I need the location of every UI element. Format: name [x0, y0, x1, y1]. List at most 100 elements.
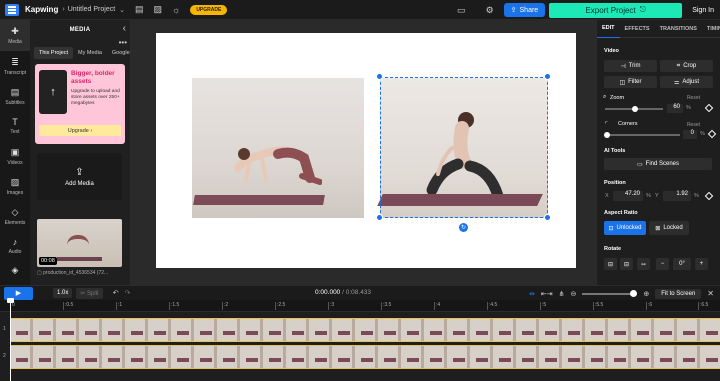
adjust-button[interactable]: ⚌ Adjust — [660, 76, 713, 88]
magnet-icon[interactable]: ⋔ — [559, 290, 565, 298]
corners-keyframe-icon[interactable] — [707, 129, 717, 139]
export-label: Export Project — [585, 5, 636, 15]
playback-speed-select[interactable]: 1.0x — [53, 288, 73, 298]
rotate-left-button[interactable]: ⊟ — [604, 258, 617, 270]
tab-my-media[interactable]: My Media — [73, 47, 107, 59]
video-track-2[interactable] — [10, 345, 720, 369]
zoom-slider-knob[interactable] — [630, 289, 638, 297]
clip-filename: ▢ production_id_4536534 (72... — [37, 270, 108, 276]
left-navigation: ✚ Media ≣ Transcript ▤ Subtitles T Text … — [0, 20, 30, 285]
redo-icon[interactable]: ↷ — [125, 289, 131, 297]
video-stage[interactable]: ↻ — [156, 33, 576, 268]
nav-subtitles[interactable]: ▤ Subtitles — [0, 81, 30, 111]
promo-upgrade-button[interactable]: Upgrade › — [39, 125, 121, 136]
crop-button[interactable]: ⌗ Crop — [660, 60, 713, 72]
position-x-input[interactable]: 47.20 — [613, 191, 643, 201]
kapwing-logo-icon[interactable] — [5, 3, 19, 16]
project-title[interactable]: Untitled Project — [68, 6, 115, 13]
skip-icon[interactable]: ⇤⇥ — [541, 290, 553, 298]
yoga-photo-left[interactable] — [192, 78, 364, 218]
nav-text[interactable]: T Text — [0, 111, 30, 141]
unlocked-button[interactable]: ⊡ Unlocked — [604, 221, 646, 235]
tab-timing[interactable]: TIMING — [702, 20, 720, 38]
resize-handle-bottom-right[interactable] — [544, 214, 551, 221]
undo-icon[interactable]: ↶ — [113, 289, 119, 297]
nav-media[interactable]: ✚ Media — [0, 20, 30, 51]
rotate-right-button[interactable]: ⊟ — [620, 258, 633, 270]
resize-handle-top-right[interactable] — [544, 73, 551, 80]
collapse-panel-icon[interactable]: ‹ — [123, 23, 126, 34]
resize-handle-top-left[interactable] — [376, 73, 383, 80]
corners-reset-link[interactable]: Reset — [687, 122, 700, 128]
timeline-ruler[interactable]: 0 :0.5 :1 :1.5 :2 :2.5 :3 :3.5 :4 :4.5 :… — [0, 300, 720, 312]
corners-icon: ⌜ — [605, 122, 608, 128]
rotate-degree-input[interactable]: 0° — [673, 258, 691, 270]
tab-this-project[interactable]: This Project — [34, 47, 74, 59]
corners-label: Corners — [618, 121, 638, 127]
corners-percent: % — [700, 131, 705, 137]
tab-transitions[interactable]: TRANSITIONS — [655, 20, 702, 38]
add-media-button[interactable]: ⇪ Add Media — [37, 153, 122, 200]
upgrade-button[interactable]: UPGRADE — [190, 4, 228, 15]
image-icon[interactable]: ▨ — [154, 4, 163, 15]
track-number: 2 — [3, 353, 6, 359]
kneeling-figure — [234, 146, 322, 185]
nav-elements[interactable]: ◇ Elements — [0, 201, 30, 231]
share-button[interactable]: ⇪ Share — [503, 3, 546, 17]
playhead[interactable] — [7, 298, 14, 381]
subtitles-icon[interactable]: ▤ — [135, 4, 144, 15]
project-menu-chevron-icon[interactable]: ⌄ — [119, 6, 125, 14]
videos-icon: ▣ — [10, 146, 20, 157]
export-project-button[interactable]: Export Project ⎋ — [549, 2, 683, 18]
close-timeline-icon[interactable]: ✕ — [707, 289, 714, 298]
nav-label: Transcript — [3, 69, 27, 76]
position-keyframe-icon[interactable] — [704, 191, 714, 201]
media-clip-thumbnail[interactable]: 00:08 — [37, 219, 122, 267]
monitor-icon[interactable]: ▭ — [457, 5, 466, 16]
split-button[interactable]: ✂ Split — [76, 287, 103, 299]
corners-value[interactable]: 0 — [683, 130, 697, 139]
current-time: 0:00.000 — [315, 289, 341, 296]
sign-in-link[interactable]: Sign In — [692, 7, 714, 14]
nav-videos[interactable]: ▣ Videos — [0, 141, 30, 171]
fit-to-screen-button[interactable]: Fit to Screen — [655, 288, 702, 299]
nav-transcript[interactable]: ≣ Transcript — [0, 51, 30, 81]
video-track-1[interactable] — [10, 318, 720, 342]
upgrade-promo-card: ↑ Bigger, bolder assets Upgrade to uploa… — [35, 64, 125, 144]
media-panel-title: MEDIA — [69, 27, 91, 33]
corners-slider-knob[interactable] — [604, 132, 610, 138]
zoom-reset-link[interactable]: Reset — [687, 95, 700, 101]
brand-name[interactable]: Kapwing — [25, 5, 58, 14]
bulb-icon[interactable]: ☼ — [172, 5, 180, 15]
split-view-icon[interactable]: ⇹ — [529, 290, 535, 298]
resize-handle-bottom-left[interactable] — [376, 214, 383, 221]
filter-button[interactable]: ◫ Filter — [604, 76, 657, 88]
zoom-keyframe-icon[interactable] — [704, 103, 714, 113]
trim-button[interactable]: ⊣ Trim — [604, 60, 657, 72]
settings-gear-icon[interactable]: ⚙ — [486, 5, 494, 16]
zoom-value[interactable]: 60 — [667, 104, 683, 113]
timeline-zoom-slider[interactable] — [582, 289, 638, 297]
zoom-slider-knob[interactable] — [632, 106, 638, 112]
zoom-in-icon[interactable]: ⊕ — [643, 290, 649, 298]
tab-effects[interactable]: EFFECTS — [620, 20, 655, 38]
rotate-decrease-button[interactable]: − — [656, 258, 669, 270]
left-yoga-mat — [193, 195, 325, 205]
more-options-icon[interactable]: ••• — [119, 38, 127, 47]
rotate-increase-button[interactable]: + — [695, 258, 708, 270]
rotate-handle-icon[interactable]: ↻ — [459, 223, 468, 232]
flip-horizontal-button[interactable]: ⇿ — [637, 258, 650, 270]
nav-layers[interactable]: ◈ — [0, 261, 30, 281]
position-y-input[interactable]: 1.92 — [663, 191, 691, 201]
unlocked-label: Unlocked — [616, 225, 642, 231]
share-label: Share — [519, 6, 539, 14]
promo-heading: Bigger, bolder assets — [71, 70, 115, 85]
upload-arrow-icon: ↑ — [39, 70, 67, 114]
zoom-out-icon[interactable]: ⊖ — [571, 290, 577, 298]
locked-button[interactable]: ⊠ Locked — [649, 221, 689, 235]
corners-slider[interactable] — [605, 134, 680, 136]
find-scenes-button[interactable]: ▭ Find Scenes — [604, 158, 712, 170]
nav-images[interactable]: ▨ Images — [0, 171, 30, 201]
nav-audio[interactable]: ♪ Audio — [0, 231, 30, 261]
tab-edit[interactable]: EDIT — [597, 20, 620, 38]
